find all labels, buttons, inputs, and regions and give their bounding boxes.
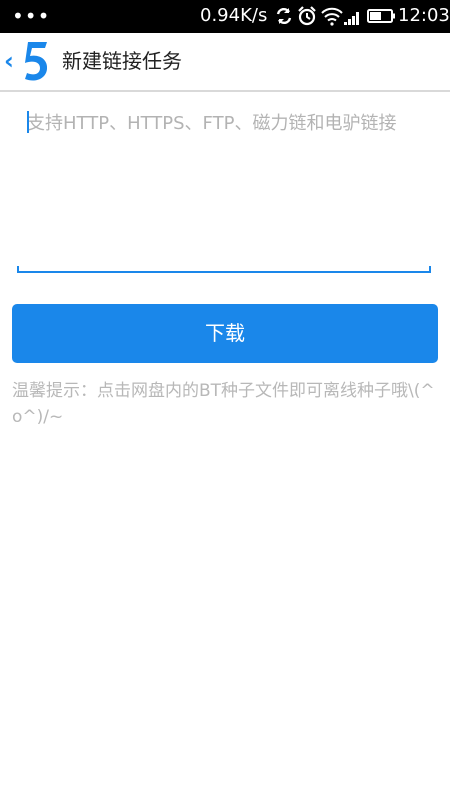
input-corner-left [17, 266, 19, 273]
title-bar: ‹ 新建链接任务 [0, 33, 450, 92]
status-bar: ••• 0.94K/s 12:03 [0, 0, 450, 33]
signal-icon [344, 12, 359, 25]
network-speed: 0.94K/s [200, 5, 268, 26]
link-input[interactable] [17, 105, 431, 273]
status-time: 12:03 [398, 5, 450, 26]
app-logo-icon[interactable] [20, 39, 50, 83]
download-button[interactable]: 下载 [12, 304, 438, 363]
battery-icon [367, 9, 395, 23]
page-title: 新建链接任务 [62, 49, 182, 73]
input-corner-right [429, 266, 431, 273]
sync-icon [276, 7, 292, 25]
status-dots: ••• [12, 4, 51, 28]
wifi-icon [321, 7, 343, 26]
back-icon[interactable]: ‹ [4, 49, 14, 73]
tip-text: 温馨提示：点击网盘内的BT种子文件即可离线种子哦\(^o^)/~ [12, 381, 435, 427]
text-cursor [27, 111, 29, 133]
alarm-icon [298, 6, 316, 26]
